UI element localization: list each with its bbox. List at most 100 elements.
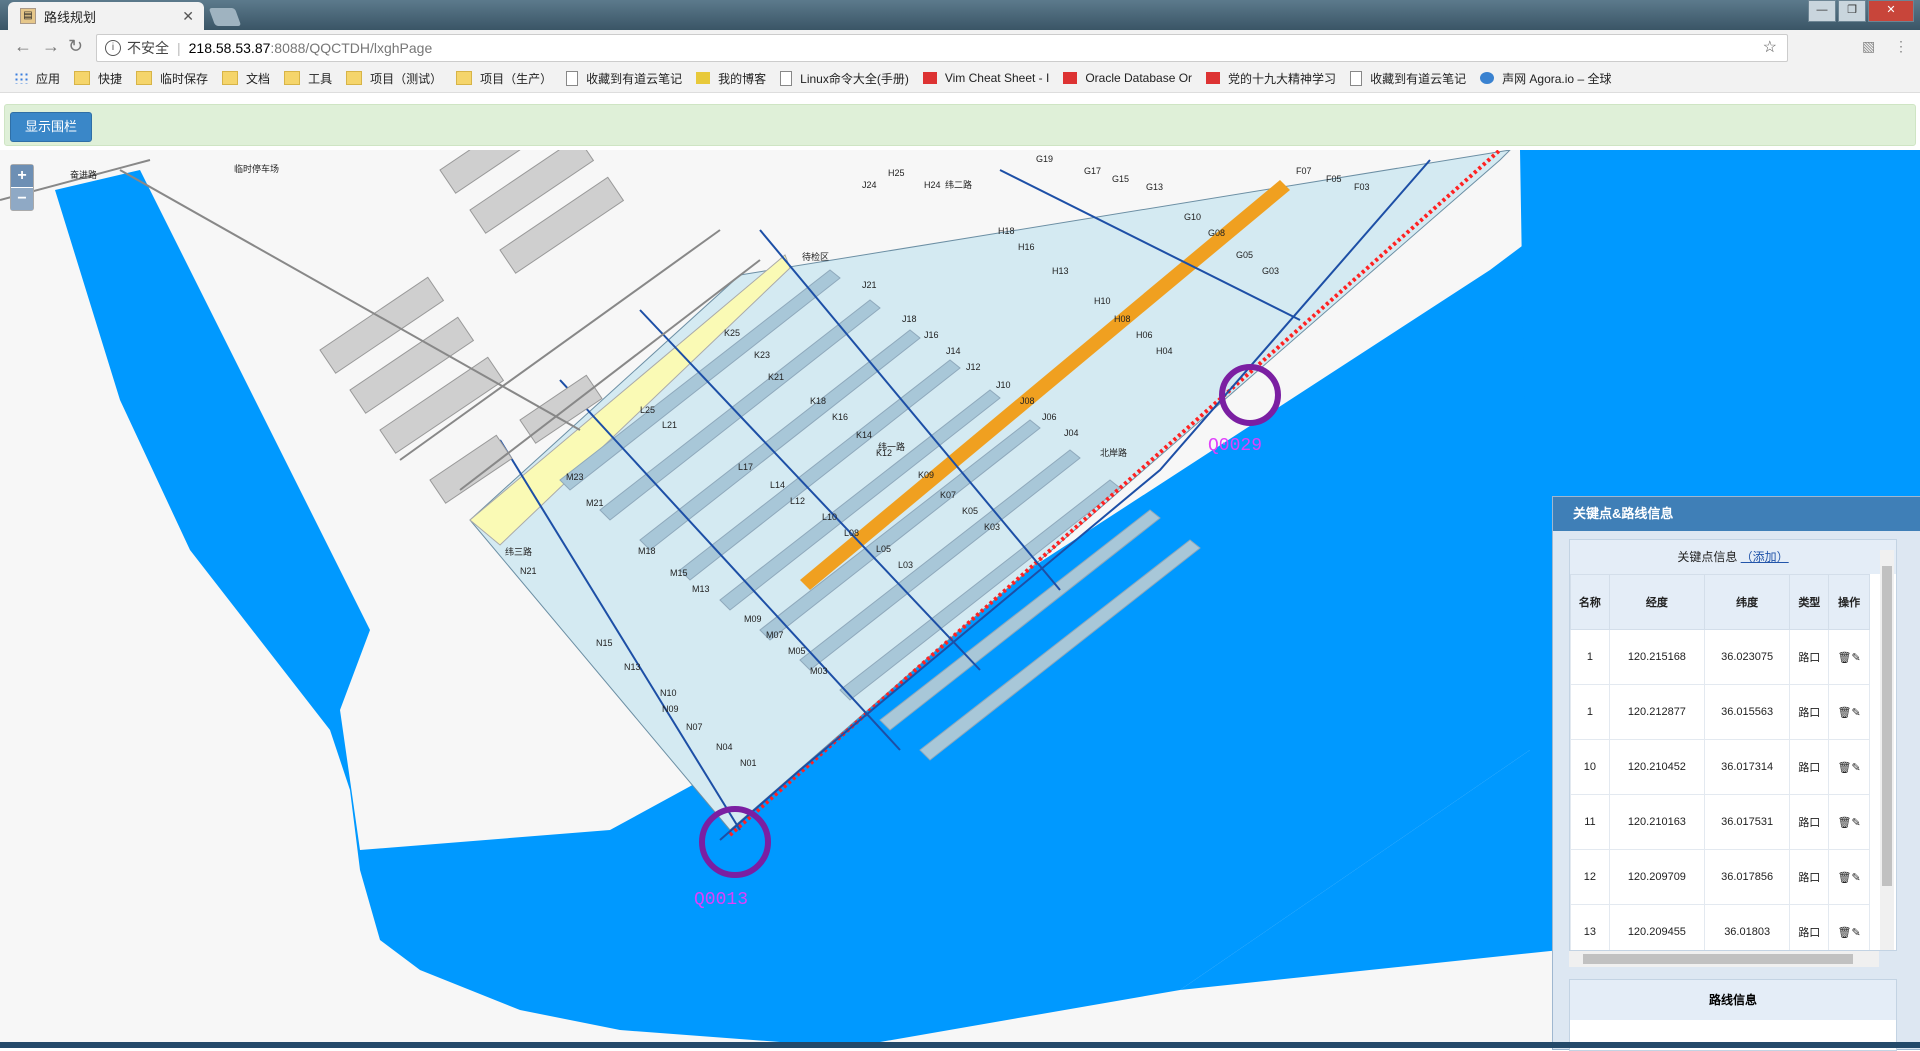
map-label: J10 (996, 380, 1011, 390)
bookmark-apps[interactable]: 应用 (14, 70, 60, 87)
map-label: M09 (744, 614, 762, 624)
cell-lat: 36.017314 (1703, 739, 1791, 795)
cell-type: 路口 (1789, 629, 1830, 685)
map-label: M18 (638, 546, 656, 556)
zoom-control: + − (10, 164, 34, 211)
bookmark-star-icon[interactable]: ☆ (1763, 37, 1777, 57)
bookmark-folder[interactable]: 工具 (284, 70, 332, 87)
edit-icon[interactable]: ✎ (1852, 927, 1861, 939)
edit-icon[interactable]: ✎ (1852, 707, 1861, 719)
cell-lat: 36.023075 (1703, 629, 1791, 685)
table-row[interactable]: 11 120.210163 36.017531 路口 🗑✎ (1570, 794, 1870, 850)
edit-icon[interactable]: ✎ (1852, 762, 1861, 774)
cell-lat: 36.015563 (1703, 684, 1791, 740)
bookmark-folder[interactable]: 项目（测试） (346, 70, 442, 87)
bookmark-link[interactable]: 党的十九大精神学习 (1206, 70, 1336, 87)
map-label: M03 (810, 666, 828, 676)
edit-icon[interactable]: ✎ (1852, 817, 1861, 829)
agora-icon (1480, 72, 1495, 84)
map-label: L17 (738, 462, 754, 472)
delete-icon[interactable]: 🗑 (1838, 707, 1852, 719)
show-fence-button[interactable]: 显示围栏 (10, 112, 93, 142)
bookmark-folder[interactable]: 文档 (222, 70, 270, 87)
new-tab-button[interactable] (208, 8, 242, 26)
map-label: G15 (1112, 174, 1130, 184)
map-label: L25 (640, 405, 656, 415)
minimize-icon[interactable]: — (1808, 0, 1836, 22)
bookmark-label: 快捷 (98, 71, 123, 86)
close-window-icon[interactable]: ✕ (1868, 0, 1914, 22)
delete-icon[interactable]: 🗑 (1838, 762, 1852, 774)
bookmark-link[interactable]: Oracle Database Or (1063, 71, 1192, 85)
bookmark-label: 声网 Agora.io – 全球 (1502, 71, 1612, 86)
bookmark-link[interactable]: 收藏到有道云笔记 (1350, 70, 1466, 87)
map-label: L05 (876, 544, 892, 554)
zoom-out-button[interactable]: − (11, 187, 33, 210)
zoom-in-button[interactable]: + (11, 165, 33, 187)
bookmark-label: Oracle Database Or (1085, 71, 1193, 85)
keypoint-caption: 关键点信息 （添加） (1570, 540, 1896, 574)
bookmark-link[interactable]: 声网 Agora.io – 全球 (1480, 70, 1611, 87)
tab-close-icon[interactable]: ✕ (182, 8, 194, 25)
linux-icon (780, 70, 793, 86)
party-icon (1206, 72, 1221, 84)
scroll-thumb[interactable] (1882, 566, 1892, 886)
bookmark-link[interactable]: Vim Cheat Sheet - I (922, 71, 1049, 85)
delete-icon[interactable]: 🗑 (1838, 652, 1852, 664)
info-icon[interactable]: i (105, 40, 121, 56)
forward-arrow-icon[interactable]: → (42, 36, 60, 57)
browser-tab[interactable]: ▤ 路线规划 ✕ (8, 2, 204, 30)
map-label: N21 (520, 566, 537, 576)
map-label: L12 (790, 496, 806, 506)
cell-type: 路口 (1789, 684, 1830, 740)
col-header-name: 名称 (1570, 574, 1610, 630)
edit-icon[interactable]: ✎ (1852, 872, 1861, 884)
table-row[interactable]: 10 120.210452 36.017314 路口 🗑✎ (1570, 739, 1870, 795)
delete-icon[interactable]: 🗑 (1838, 872, 1852, 884)
map-label: J16 (924, 330, 939, 340)
bookmark-label: 我的博客 (718, 71, 767, 86)
marker-q0029-label[interactable]: Q0029 (1208, 436, 1262, 456)
url-separator: | (177, 40, 181, 56)
table-row[interactable]: 1 120.215168 36.023075 路口 🗑✎ (1570, 629, 1870, 685)
marker-q0013-label[interactable]: Q0013 (694, 890, 748, 910)
delete-icon[interactable]: 🗑 (1838, 927, 1852, 939)
bookmark-folder[interactable]: 临时保存 (136, 70, 208, 87)
table-row[interactable]: 13 120.209455 36.01803 路口 🗑✎ (1570, 904, 1870, 950)
cell-lng: 120.215168 (1608, 629, 1705, 685)
bookmark-link[interactable]: 我的博客 (696, 70, 766, 87)
table-row[interactable]: 1 120.212877 36.015563 路口 🗑✎ (1570, 684, 1870, 740)
scroll-thumb[interactable] (1583, 954, 1853, 964)
map-label: L21 (662, 420, 678, 430)
map-label: L14 (770, 480, 786, 490)
reload-icon[interactable]: ↻ (68, 36, 83, 57)
vertical-scrollbar[interactable] (1880, 550, 1894, 950)
map-label: K16 (832, 412, 849, 422)
edit-icon[interactable]: ✎ (1852, 652, 1861, 664)
map-label: F05 (1326, 174, 1342, 184)
keypoint-table-container[interactable]: 关键点信息 （添加） 名称 经度 纬度 类型 操作 1 120.215168 3… (1569, 539, 1897, 951)
url-input[interactable]: i 不安全 | 218.58.53.87 :8088/QQCTDH/lxghPa… (96, 34, 1788, 62)
back-arrow-icon[interactable]: ← (14, 36, 32, 57)
bookmark-label: 收藏到有道云笔记 (586, 71, 683, 86)
map-label: 纬二路 (945, 180, 973, 190)
add-keypoint-link[interactable]: （添加） (1741, 550, 1789, 564)
horizontal-scrollbar[interactable] (1569, 951, 1879, 967)
bookmark-link[interactable]: Linux命令大全(手册) (780, 70, 909, 87)
menu-icon[interactable]: ⋮ (1894, 38, 1908, 55)
folder-icon (222, 71, 239, 85)
bookmark-folder[interactable]: 快捷 (74, 70, 122, 87)
url-path: :8088/QQCTDH/lxghPage (270, 40, 433, 56)
table-row[interactable]: 12 120.209709 36.017856 路口 🗑✎ (1570, 849, 1870, 905)
col-header-lng: 经度 (1608, 574, 1705, 630)
cell-actions: 🗑✎ (1828, 684, 1870, 740)
col-header-action: 操作 (1828, 574, 1870, 630)
folder-icon (456, 71, 473, 85)
bookmark-folder[interactable]: 项目（生产） (456, 70, 552, 87)
delete-icon[interactable]: 🗑 (1838, 817, 1852, 829)
map-label: J21 (862, 280, 877, 290)
maximize-icon[interactable]: ❐ (1838, 0, 1866, 22)
folder-icon (284, 71, 301, 85)
bookmark-link[interactable]: 收藏到有道云笔记 (566, 70, 682, 87)
extension-icon[interactable]: ▧ (1862, 38, 1875, 55)
